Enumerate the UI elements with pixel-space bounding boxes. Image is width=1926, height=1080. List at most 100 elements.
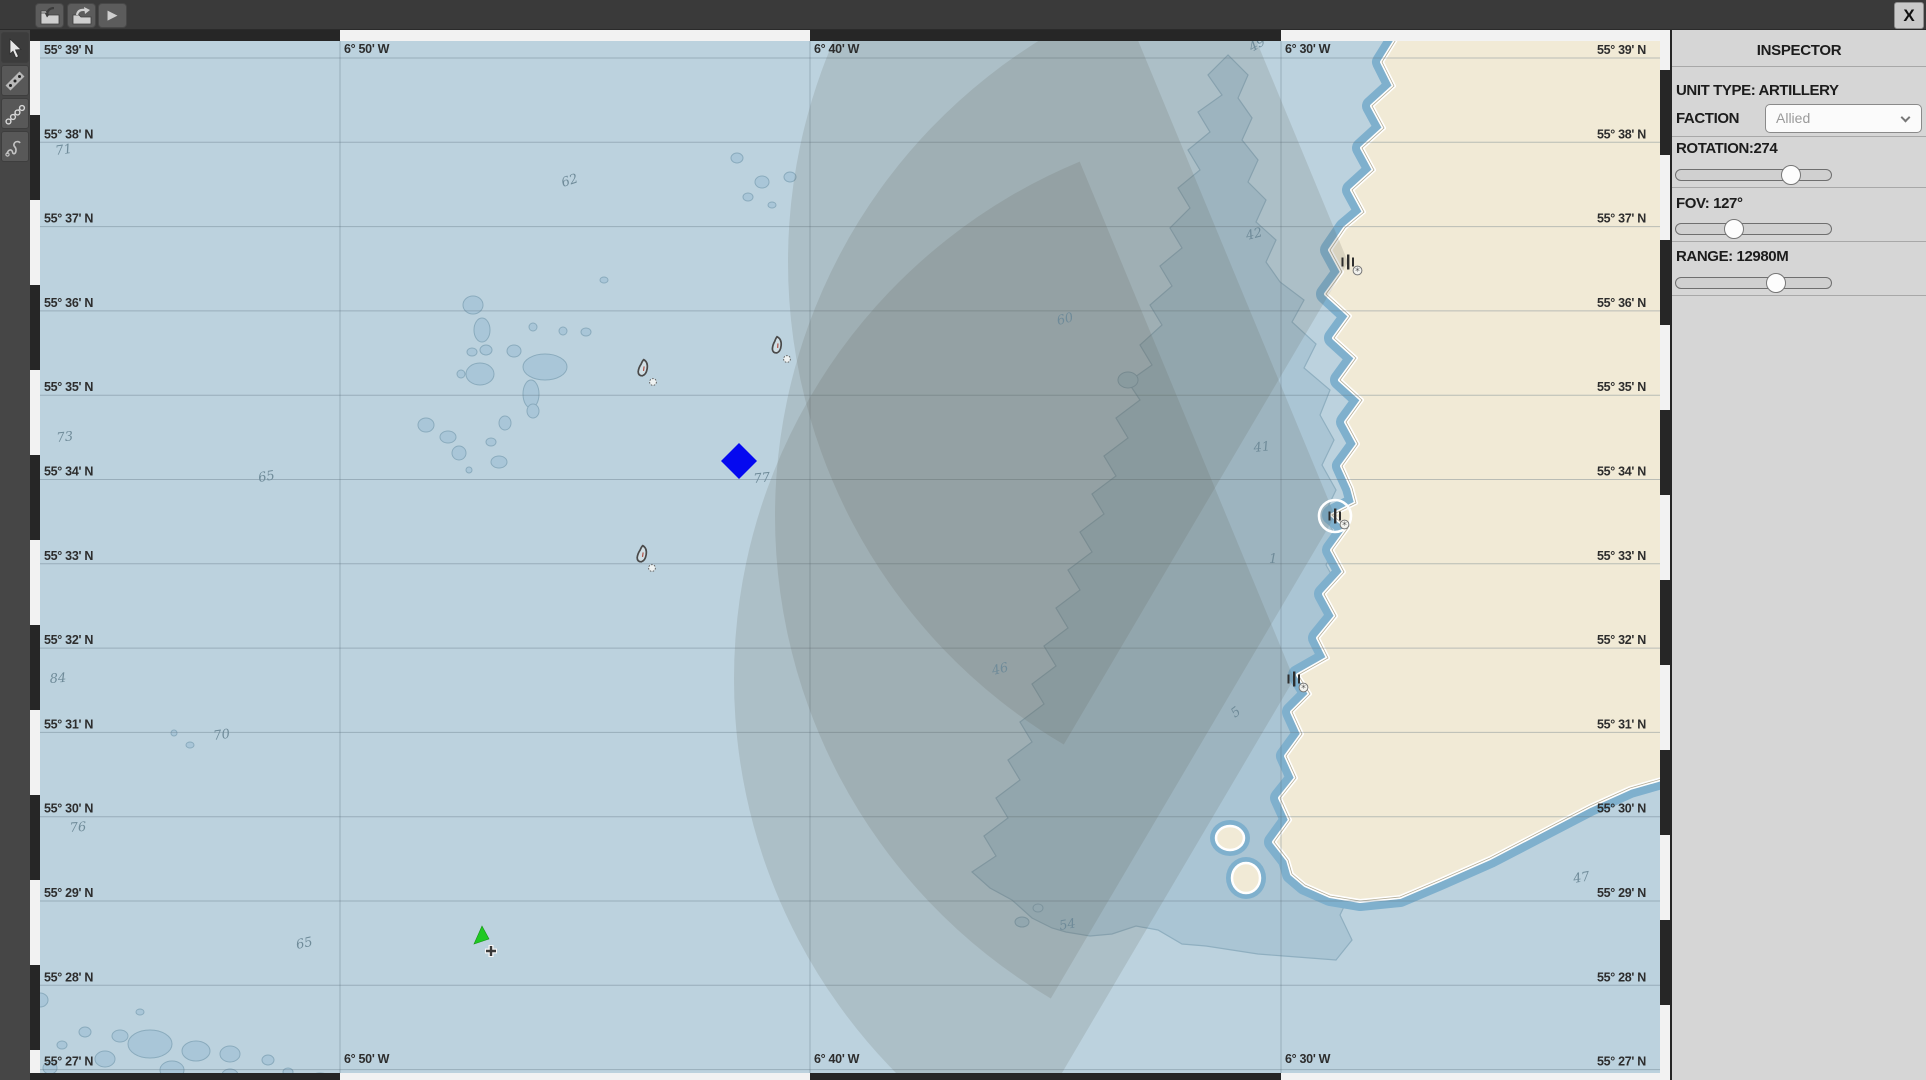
unit-badge-star: * xyxy=(1342,521,1347,531)
lat-label-left: 55° 28' N xyxy=(44,970,93,984)
fov-slider-thumb[interactable] xyxy=(1724,219,1744,239)
artillery-unit-icon xyxy=(1339,512,1341,521)
chart-border-top xyxy=(30,30,1670,41)
buoy-icon xyxy=(650,379,657,386)
artillery-unit-icon xyxy=(1293,672,1295,687)
inspector-panel: INSPECTOR UNIT TYPE: ARTILLERY FACTION A… xyxy=(1670,30,1926,1080)
lon-label-top: 6° 40' W xyxy=(814,42,860,56)
shoal xyxy=(466,467,472,473)
rotation-label: ROTATION:274 xyxy=(1676,140,1777,157)
fov-slider[interactable] xyxy=(1675,223,1832,235)
lat-label-right: 55° 32' N xyxy=(1597,633,1646,647)
folder-import-icon xyxy=(40,7,60,25)
shoal xyxy=(128,1030,172,1058)
shoal xyxy=(743,193,753,201)
inspector-title: INSPECTOR xyxy=(1672,42,1926,59)
shoal xyxy=(491,456,507,468)
divider xyxy=(1672,66,1926,67)
islet xyxy=(1232,863,1260,893)
chart-border-bottom xyxy=(30,1073,1670,1080)
divider xyxy=(1672,187,1926,188)
lon-label-top: 6° 30' W xyxy=(1285,42,1331,56)
shoal xyxy=(474,318,490,342)
lat-label-right: 55° 35' N xyxy=(1597,380,1646,394)
range-label: RANGE: 12980M xyxy=(1676,248,1788,265)
divider xyxy=(1672,136,1926,137)
lon-label-bottom: 6° 40' W xyxy=(814,1052,860,1066)
shoal xyxy=(457,370,465,378)
lat-label-left: 55° 29' N xyxy=(44,886,93,900)
shoal xyxy=(486,438,496,446)
lat-label-right: 55° 34' N xyxy=(1597,465,1646,479)
lat-label-right: 55° 36' N xyxy=(1597,296,1646,310)
buoy-icon xyxy=(649,565,656,572)
shoal xyxy=(600,277,608,283)
shoal xyxy=(95,1051,115,1067)
range-slider[interactable] xyxy=(1675,277,1832,289)
lat-label-left: 55° 31' N xyxy=(44,717,93,731)
tool-freehand[interactable] xyxy=(1,131,29,162)
play-button[interactable]: ▶ xyxy=(98,3,127,28)
unit-badge-star: * xyxy=(1355,267,1360,277)
nautical-chart: 4962426041717365774651847076546547***55°… xyxy=(30,30,1670,1080)
artillery-unit-icon xyxy=(1329,512,1331,521)
play-icon: ▶ xyxy=(108,8,118,23)
artillery-unit-icon xyxy=(1288,675,1290,684)
shoal xyxy=(731,153,743,163)
lon-label-bottom: 6° 30' W xyxy=(1285,1052,1331,1066)
shoal xyxy=(112,1030,128,1042)
shoal xyxy=(262,1055,274,1065)
lat-label-left: 55° 38' N xyxy=(44,127,93,141)
buoy-icon xyxy=(784,356,791,363)
shoal xyxy=(529,323,537,331)
lat-label-left: 55° 36' N xyxy=(44,296,93,310)
shoal xyxy=(136,1009,144,1015)
chain-icon xyxy=(4,103,26,125)
shoal xyxy=(57,1041,67,1049)
faction-value: Allied xyxy=(1776,110,1810,126)
tool-chain[interactable] xyxy=(1,98,29,129)
shoal xyxy=(440,431,456,443)
lat-label-left: 55° 30' N xyxy=(44,802,93,816)
shoal xyxy=(467,348,477,356)
shoal xyxy=(559,327,567,335)
lat-label-right: 55° 30' N xyxy=(1597,802,1646,816)
rotation-slider[interactable] xyxy=(1675,169,1832,181)
close-button[interactable]: X xyxy=(1894,2,1924,29)
lat-label-left: 55° 32' N xyxy=(44,633,93,647)
lat-label-right: 55° 31' N xyxy=(1597,717,1646,731)
open-button[interactable] xyxy=(35,3,64,28)
depth-sounding: 71 xyxy=(54,142,72,159)
lon-label-top: 6° 50' W xyxy=(344,42,390,56)
depth-sounding: 47 xyxy=(1571,869,1592,887)
tool-select[interactable] xyxy=(1,32,29,63)
squiggle-icon xyxy=(4,136,26,158)
shoal xyxy=(466,363,494,385)
depth-sounding: 65 xyxy=(257,468,276,486)
shoal xyxy=(527,404,539,418)
lat-label-right: 55° 39' N xyxy=(1597,43,1646,57)
shoal xyxy=(523,354,567,380)
rotation-slider-thumb[interactable] xyxy=(1781,165,1801,185)
dotted-line-icon xyxy=(4,70,26,92)
faction-dropdown[interactable]: Allied xyxy=(1765,104,1922,133)
shoal xyxy=(452,446,466,460)
cursor-icon xyxy=(5,37,25,59)
shoal xyxy=(79,1027,91,1037)
lat-label-left: 55° 27' N xyxy=(44,1055,93,1069)
shoal xyxy=(507,345,521,357)
top-toolbar: ▶ X xyxy=(0,0,1926,30)
lat-label-right: 55° 38' N xyxy=(1597,127,1646,141)
lat-label-right: 55° 33' N xyxy=(1597,549,1646,563)
tool-palette xyxy=(0,30,30,1080)
tool-dotted-line[interactable] xyxy=(1,65,29,96)
shoal xyxy=(755,176,769,188)
range-slider-thumb[interactable] xyxy=(1766,273,1786,293)
artillery-unit-icon xyxy=(1298,675,1300,684)
export-button[interactable] xyxy=(67,3,96,28)
shoal xyxy=(182,1041,210,1061)
depth-sounding: 73 xyxy=(56,429,74,446)
artillery-unit-icon xyxy=(1347,255,1349,270)
map-viewport[interactable]: 4962426041717365774651847076546547***55°… xyxy=(30,30,1670,1080)
fov-label: FOV: 127° xyxy=(1676,195,1743,212)
